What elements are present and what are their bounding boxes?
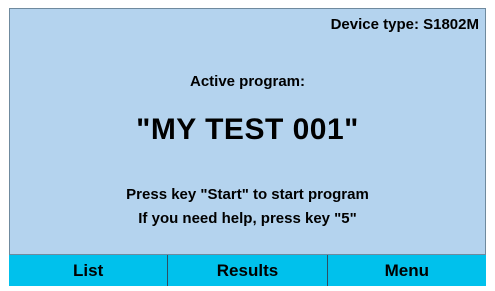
menu-softkey[interactable]: Menu [328,255,486,286]
results-softkey[interactable]: Results [168,255,328,286]
device-type-label: Device type: S1802M [330,16,479,33]
start-hint-text: Press key "Start" to start program [126,186,369,203]
program-name: "MY TEST 001" [136,113,359,146]
active-program-label: Active program: [189,73,306,90]
list-softkey[interactable]: List [9,255,169,286]
device-screen: Device type: S1802M Active program: "MY … [9,8,486,286]
help-hint-text: If you need help, press key "5" [138,210,357,227]
softkey-bar: List Results Menu [9,254,486,286]
